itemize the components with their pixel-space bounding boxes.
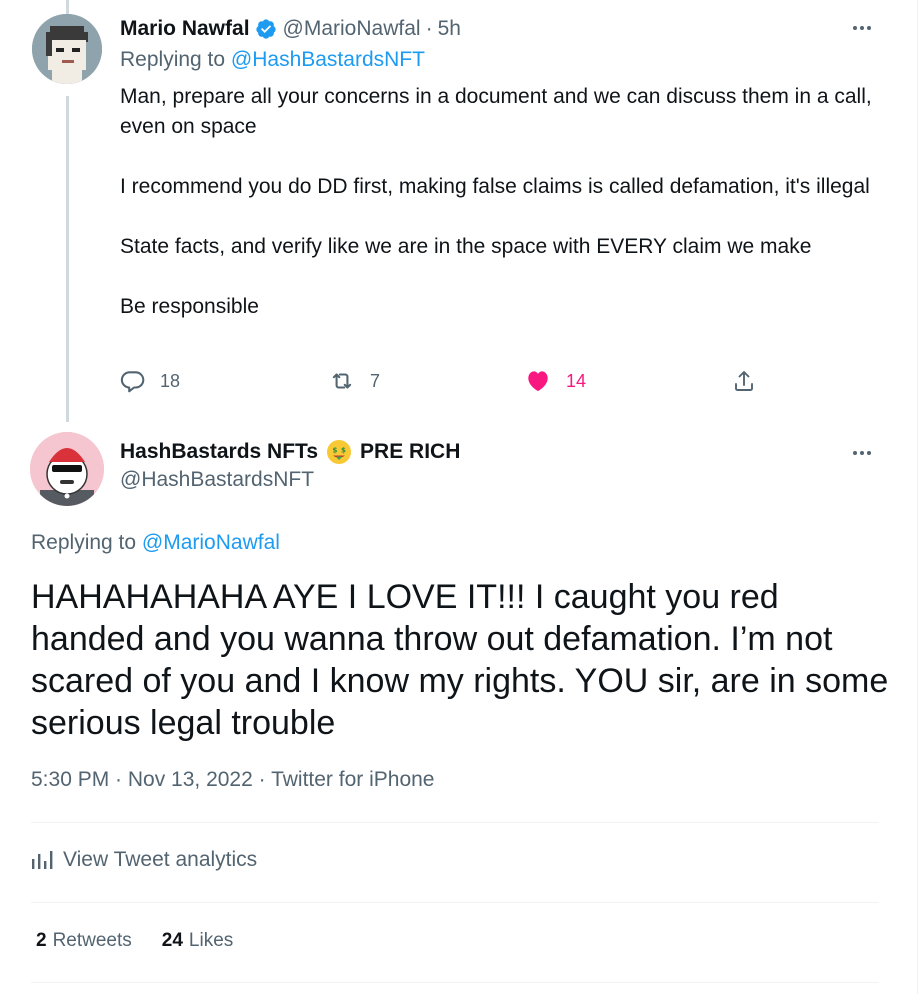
name-suffix[interactable]: PRE RICH — [360, 440, 460, 464]
money-mouth-emoji-icon: $ $ — [326, 439, 352, 465]
more-icon[interactable] — [853, 26, 871, 30]
svg-text:$: $ — [333, 447, 338, 455]
thread-line-top — [66, 0, 69, 14]
retweet-icon — [332, 373, 352, 389]
divider — [31, 902, 879, 903]
tweet-actions: 18 7 14 — [120, 368, 770, 398]
author-handle[interactable]: @MarioNawfal — [283, 17, 421, 41]
like-heart-icon — [528, 371, 548, 392]
divider — [31, 982, 879, 983]
replying-prefix: Replying to — [31, 531, 137, 554]
tweet-paragraph: I recommend you do DD first, making fals… — [120, 175, 870, 198]
svg-text:$: $ — [341, 447, 346, 455]
tweet-text: HAHAHAHAHA AYE I LOVE IT!!! I caught you… — [31, 578, 889, 742]
author-handle[interactable]: @HashBastardsNFT — [120, 468, 314, 492]
likes-label: Likes — [188, 930, 234, 951]
replying-to: Replying to @MarioNawfal — [31, 531, 280, 555]
retweets-label: Retweets — [52, 930, 132, 951]
divider — [31, 822, 879, 823]
likes-count: 24 — [161, 930, 183, 951]
avatar-mario-nawfal[interactable] — [32, 14, 102, 84]
like-count: 14 — [566, 370, 587, 391]
replying-to: Replying to @HashBastardsNFT — [120, 48, 425, 72]
reply-count: 18 — [160, 370, 181, 391]
like-button[interactable]: 14 — [524, 368, 586, 394]
parent-tweet-header: Mario Nawfal @MarioNawfal · 5h — [120, 14, 461, 44]
retweets-count: 2 — [36, 930, 47, 951]
cartoon-avatar-icon — [30, 432, 104, 506]
likes-stat[interactable]: 24 Likes — [162, 930, 234, 952]
thread-line — [66, 96, 69, 422]
retweet-count: 7 — [370, 370, 381, 391]
tweet-paragraph: Man, prepare all your concerns in a docu… — [120, 85, 872, 138]
analytics-label: View Tweet analytics — [63, 848, 258, 871]
tweet-paragraph: State facts, and verify like we are in t… — [120, 235, 812, 258]
more-icon[interactable] — [853, 451, 871, 455]
verified-badge-icon — [255, 18, 277, 40]
view-analytics-link[interactable]: View Tweet analytics — [31, 848, 257, 872]
replying-to-mention[interactable]: @HashBastardsNFT — [231, 48, 425, 71]
engagement-stats: 2 Retweets 24 Likes — [36, 930, 233, 952]
parent-tweet[interactable]: Mario Nawfal @MarioNawfal · 5h Replying … — [0, 0, 922, 422]
tweet-meta[interactable]: 5:30 PM · Nov 13, 2022 · Twitter for iPh… — [31, 768, 434, 792]
avatar-hashbastards[interactable] — [30, 432, 104, 506]
analytics-bars-icon — [32, 851, 53, 869]
main-tweet-header: HashBastards NFTs $ $ PRE RICH — [120, 437, 460, 467]
tweet-paragraph: Be responsible — [120, 295, 259, 318]
separator-dot: · — [425, 17, 433, 40]
pixel-avatar-icon — [32, 14, 102, 84]
retweet-button[interactable]: 7 — [328, 368, 380, 394]
replying-to-mention[interactable]: @MarioNawfal — [142, 531, 280, 554]
retweets-stat[interactable]: 2 Retweets — [36, 930, 132, 952]
reply-button[interactable]: 18 — [120, 368, 180, 394]
share-icon — [735, 371, 753, 391]
share-button[interactable] — [732, 368, 756, 394]
reply-icon — [120, 371, 145, 393]
replying-prefix: Replying to — [120, 48, 226, 71]
tweet-time[interactable]: 5h — [438, 17, 461, 41]
author-name[interactable]: HashBastards NFTs — [120, 440, 318, 464]
author-name[interactable]: Mario Nawfal — [120, 17, 250, 41]
tweet-text: Man, prepare all your concerns in a docu… — [120, 82, 890, 322]
